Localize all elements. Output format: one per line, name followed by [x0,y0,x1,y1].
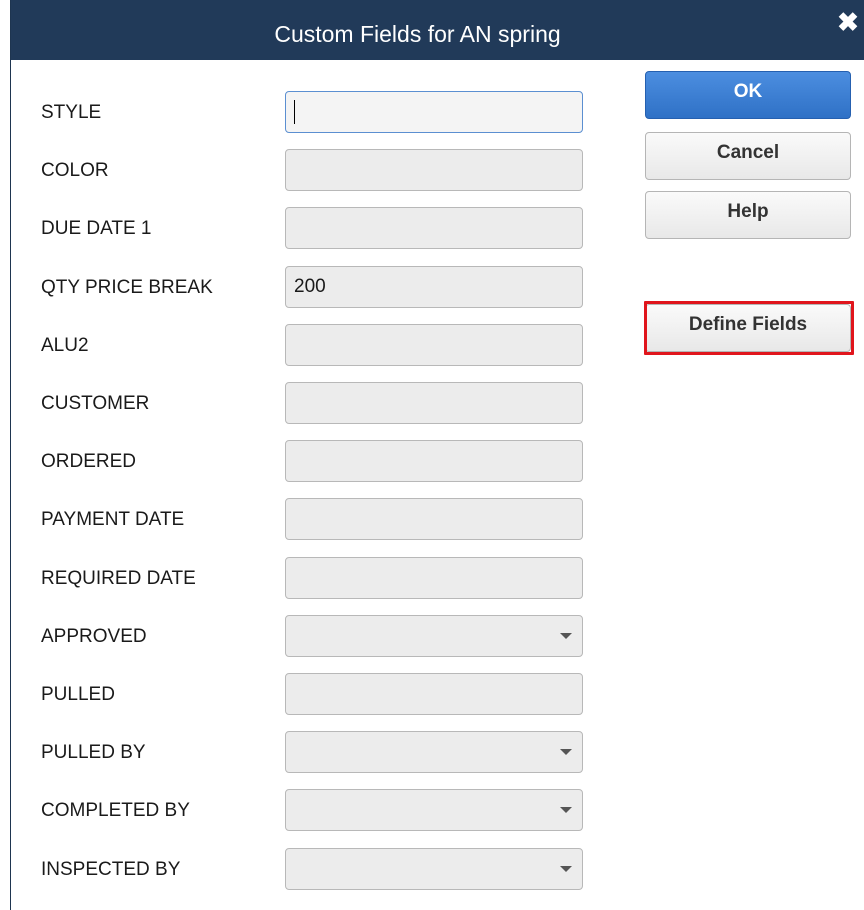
cancel-button[interactable]: Cancel [645,132,851,180]
chevron-down-icon[interactable] [560,866,572,872]
dropdown-completed-by[interactable] [285,789,583,831]
field-label-due-date-1: DUE DATE 1 [41,218,152,239]
field-label-qty-price-break: QTY PRICE BREAK [41,277,213,298]
help-button[interactable]: Help [645,191,851,239]
field-label-payment-date: PAYMENT DATE [41,509,185,530]
field-label-customer: CUSTOMER [41,393,150,414]
dropdown-inspected-by[interactable] [285,848,583,890]
chevron-down-icon[interactable] [560,749,572,755]
close-icon[interactable]: ✖ [834,8,862,36]
title-bar: Custom Fields for AN spring ✖ [11,0,864,60]
input-qty-price-break[interactable]: 200 [285,266,583,308]
input-alu2[interactable] [285,324,583,366]
field-label-pulled: PULLED [41,684,115,705]
field-label-inspected-by: INSPECTED BY [41,859,181,880]
input-pulled[interactable] [285,673,583,715]
field-label-color: COLOR [41,160,109,181]
custom-fields-dialog: Custom Fields for AN spring ✖ STYLE COLOR… [10,0,864,910]
field-label-completed-by: COMPLETED BY [41,800,190,821]
input-color[interactable] [285,149,583,191]
field-label-ordered: ORDERED [41,451,137,472]
field-label-approved: APPROVED [41,626,147,647]
field-label-style: STYLE [41,102,102,123]
ok-button[interactable]: OK [645,71,851,119]
text-caret [294,100,295,124]
chevron-down-icon[interactable] [560,807,572,813]
field-label-alu2: ALU2 [41,335,89,356]
input-ordered[interactable] [285,440,583,482]
field-value: 200 [294,276,326,297]
input-required-date[interactable] [285,557,583,599]
chevron-down-icon[interactable] [560,633,572,639]
dropdown-approved[interactable] [285,615,583,657]
input-style[interactable] [285,91,583,133]
dialog-title: Custom Fields for AN spring [274,21,561,47]
input-due-date-1[interactable] [285,207,583,249]
input-payment-date[interactable] [285,498,583,540]
dropdown-pulled-by[interactable] [285,731,583,773]
define-fields-highlight [644,301,854,355]
field-label-pulled-by: PULLED BY [41,742,146,763]
input-customer[interactable] [285,382,583,424]
field-label-required-date: REQUIRED DATE [41,568,196,589]
